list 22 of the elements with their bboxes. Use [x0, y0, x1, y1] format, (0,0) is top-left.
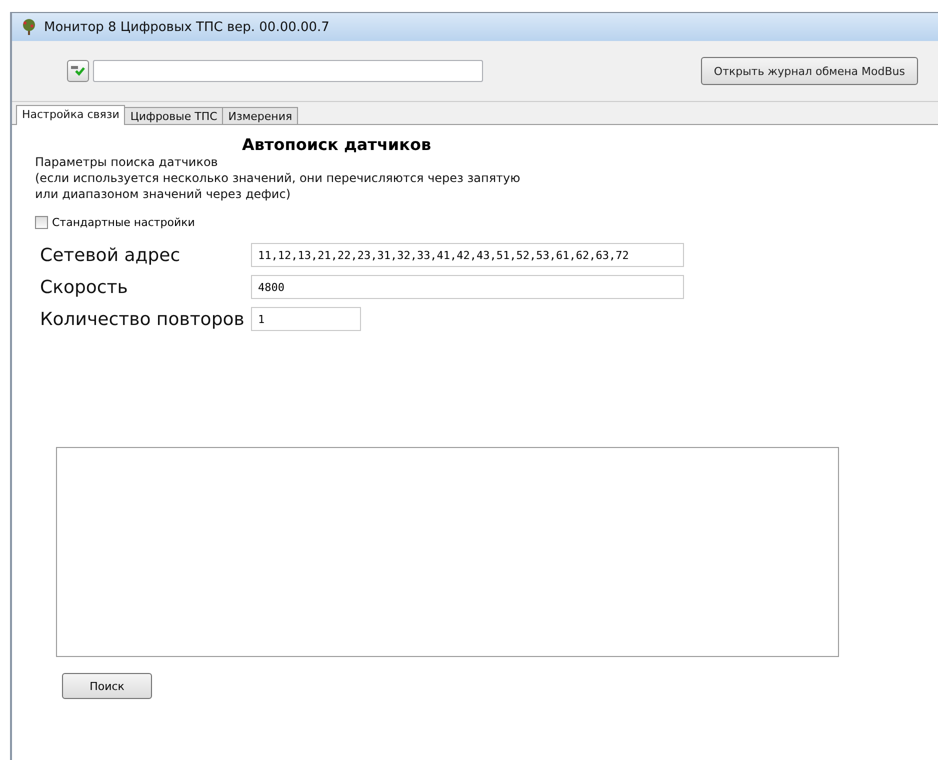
description-text: (если используется несколько значений, они перечисляются через запятую [35, 170, 522, 186]
field-label: Количество повторов [39, 308, 246, 330]
field-label: Сетевой адрес [39, 244, 182, 266]
section-heading: Автопоиск датчиков [242, 135, 432, 154]
tree-icon [20, 18, 38, 36]
input-field[interactable]: 11,12,13,21,22,23,31,32,33,41,42,43,51,52,53,61,62,63,72 [251, 243, 684, 267]
open-log-button[interactable]: Открыть журнал обмена ModBus [700, 57, 918, 85]
connect-button[interactable] [67, 60, 89, 82]
input-field[interactable]: 4800 [251, 275, 684, 299]
description-text: Параметры поиска датчиков [35, 154, 219, 170]
input-field[interactable]: 1 [251, 307, 361, 331]
tab[interactable]: Настройка связи [16, 105, 126, 125]
path-field[interactable] [93, 60, 483, 82]
description-text: или диапазоном значений через дефис) [35, 186, 292, 202]
search-button[interactable]: Поиск [62, 673, 152, 699]
checkbox[interactable] [35, 216, 48, 229]
plug-check-icon [71, 65, 85, 77]
tab[interactable]: Измерения [222, 107, 298, 124]
window-title: Монитор 8 Цифровых ТПС вер. 00.00.00.7 [44, 20, 330, 34]
tab[interactable]: Цифровые ТПС [124, 107, 224, 124]
checkbox-label: Стандартные настройки [52, 216, 195, 229]
field-label: Скорость [39, 276, 129, 298]
